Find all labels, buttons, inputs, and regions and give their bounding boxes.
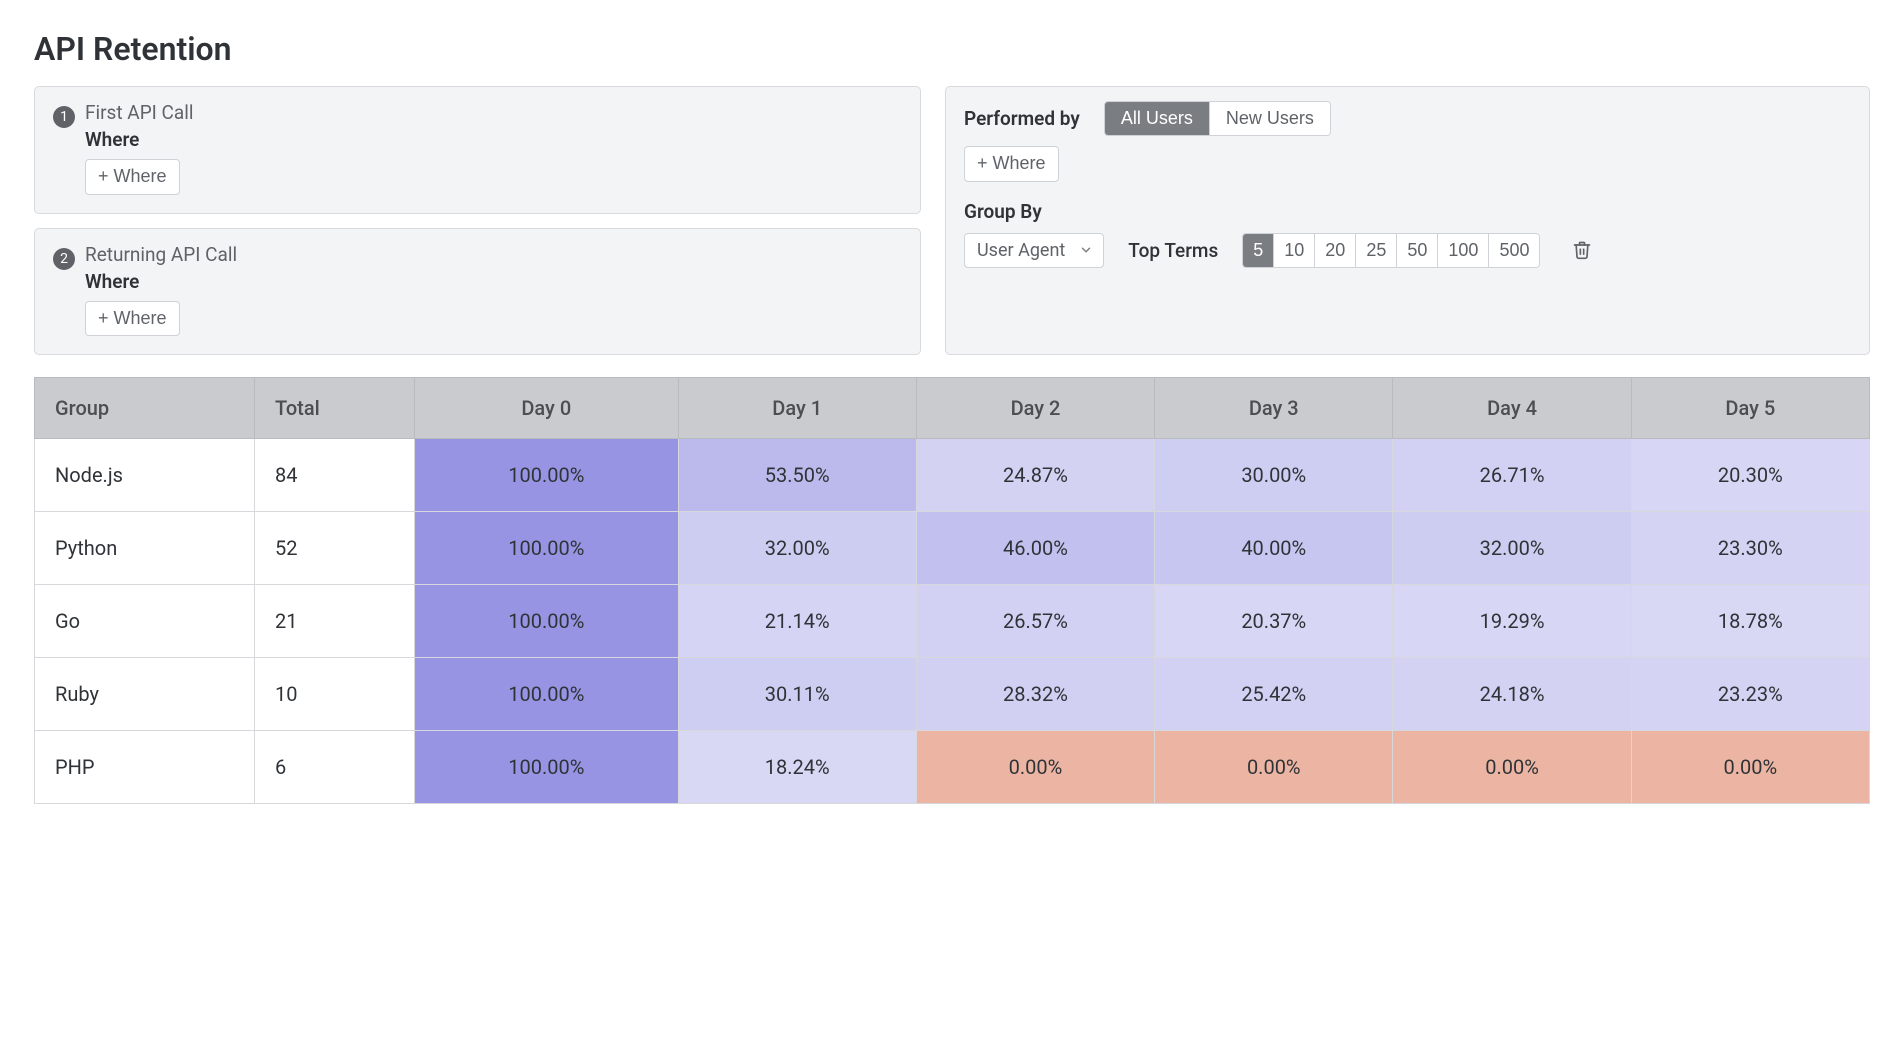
table-cell-day: 23.23% bbox=[1631, 658, 1869, 731]
table-row: Ruby10100.00%30.11%28.32%25.42%24.18%23.… bbox=[35, 658, 1870, 731]
table-header: Group bbox=[35, 378, 255, 439]
top-terms-label: Top Terms bbox=[1128, 239, 1218, 262]
table-cell-day: 21.14% bbox=[678, 585, 916, 658]
table-cell-day: 100.00% bbox=[415, 585, 679, 658]
trash-icon[interactable] bbox=[1572, 240, 1592, 260]
table-header: Day 2 bbox=[916, 378, 1154, 439]
top-terms-option[interactable]: 25 bbox=[1355, 234, 1396, 267]
step-panel-2: 2 Returning API Call Where + Where bbox=[34, 228, 921, 356]
table-cell-day: 26.71% bbox=[1393, 439, 1631, 512]
top-terms-option[interactable]: 20 bbox=[1314, 234, 1355, 267]
table-cell-day: 100.00% bbox=[415, 658, 679, 731]
performed-by-panel: Performed by All UsersNew Users + Where … bbox=[945, 86, 1870, 355]
group-by-value: User Agent bbox=[977, 240, 1065, 261]
table-cell-group: Ruby bbox=[35, 658, 255, 731]
table-cell-day: 30.11% bbox=[678, 658, 916, 731]
table-cell-day: 100.00% bbox=[415, 512, 679, 585]
table-cell-day: 24.87% bbox=[916, 439, 1154, 512]
table-header: Day 4 bbox=[1393, 378, 1631, 439]
performed-by-segment: All UsersNew Users bbox=[1104, 101, 1331, 136]
steps-column: 1 First API Call Where + Where 2 Returning AP… bbox=[34, 86, 921, 355]
table-cell-day: 32.00% bbox=[678, 512, 916, 585]
step-label: First API Call bbox=[85, 101, 902, 124]
top-terms-option[interactable]: 100 bbox=[1437, 234, 1488, 267]
table-cell-day: 30.00% bbox=[1155, 439, 1393, 512]
table-cell-group: Node.js bbox=[35, 439, 255, 512]
table-cell-total: 52 bbox=[255, 512, 415, 585]
top-terms-option[interactable]: 5 bbox=[1243, 234, 1273, 267]
table-cell-day: 100.00% bbox=[415, 439, 679, 512]
table-row: Node.js84100.00%53.50%24.87%30.00%26.71%… bbox=[35, 439, 1870, 512]
table-cell-day: 100.00% bbox=[415, 731, 679, 804]
table-row: PHP6100.00%18.24%0.00%0.00%0.00%0.00% bbox=[35, 731, 1870, 804]
table-header: Total bbox=[255, 378, 415, 439]
table-cell-total: 6 bbox=[255, 731, 415, 804]
table-cell-day: 18.78% bbox=[1631, 585, 1869, 658]
table-row: Go21100.00%21.14%26.57%20.37%19.29%18.78… bbox=[35, 585, 1870, 658]
step-panel-1: 1 First API Call Where + Where bbox=[34, 86, 921, 214]
group-by-select[interactable]: User Agent bbox=[964, 233, 1104, 268]
table-cell-day: 20.37% bbox=[1155, 585, 1393, 658]
table-cell-day: 26.57% bbox=[916, 585, 1154, 658]
step-add-where-button[interactable]: + Where bbox=[85, 159, 180, 195]
table-cell-group: PHP bbox=[35, 731, 255, 804]
table-row: Python52100.00%32.00%46.00%40.00%32.00%2… bbox=[35, 512, 1870, 585]
table-cell-total: 84 bbox=[255, 439, 415, 512]
table-header: Day 3 bbox=[1155, 378, 1393, 439]
table-cell-day: 23.30% bbox=[1631, 512, 1869, 585]
table-header: Day 5 bbox=[1631, 378, 1869, 439]
step-where-label: Where bbox=[85, 270, 902, 293]
table-cell-day: 25.42% bbox=[1155, 658, 1393, 731]
table-cell-day: 28.32% bbox=[916, 658, 1154, 731]
top-terms-option[interactable]: 50 bbox=[1396, 234, 1437, 267]
step-where-label: Where bbox=[85, 128, 902, 151]
table-cell-group: Python bbox=[35, 512, 255, 585]
table-header: Day 0 bbox=[415, 378, 679, 439]
step-number-badge: 1 bbox=[53, 106, 75, 128]
page-title: API Retention bbox=[34, 30, 1870, 68]
table-cell-day: 19.29% bbox=[1393, 585, 1631, 658]
table-header: Day 1 bbox=[678, 378, 916, 439]
table-cell-total: 10 bbox=[255, 658, 415, 731]
chevron-down-icon bbox=[1079, 243, 1093, 257]
step-label: Returning API Call bbox=[85, 243, 902, 266]
performed-by-label: Performed by bbox=[964, 107, 1080, 130]
top-terms-option[interactable]: 500 bbox=[1488, 234, 1539, 267]
performed-by-add-where-button[interactable]: + Where bbox=[964, 146, 1059, 182]
table-cell-day: 0.00% bbox=[1155, 731, 1393, 804]
table-cell-day: 0.00% bbox=[1631, 731, 1869, 804]
table-cell-day: 24.18% bbox=[1393, 658, 1631, 731]
table-cell-day: 20.30% bbox=[1631, 439, 1869, 512]
table-cell-day: 0.00% bbox=[1393, 731, 1631, 804]
group-by-label: Group By bbox=[964, 200, 1851, 223]
table-cell-day: 18.24% bbox=[678, 731, 916, 804]
step-add-where-button[interactable]: + Where bbox=[85, 301, 180, 337]
table-cell-total: 21 bbox=[255, 585, 415, 658]
table-cell-day: 0.00% bbox=[916, 731, 1154, 804]
table-cell-day: 40.00% bbox=[1155, 512, 1393, 585]
table-cell-day: 32.00% bbox=[1393, 512, 1631, 585]
retention-table: GroupTotalDay 0Day 1Day 2Day 3Day 4Day 5… bbox=[34, 377, 1870, 804]
top-terms-option[interactable]: 10 bbox=[1273, 234, 1314, 267]
table-cell-day: 53.50% bbox=[678, 439, 916, 512]
table-cell-day: 46.00% bbox=[916, 512, 1154, 585]
performed-by-option[interactable]: New Users bbox=[1209, 102, 1330, 135]
table-cell-group: Go bbox=[35, 585, 255, 658]
step-number-badge: 2 bbox=[53, 248, 75, 270]
performed-by-option[interactable]: All Users bbox=[1105, 102, 1209, 135]
top-terms-segment: 510202550100500 bbox=[1242, 233, 1540, 268]
